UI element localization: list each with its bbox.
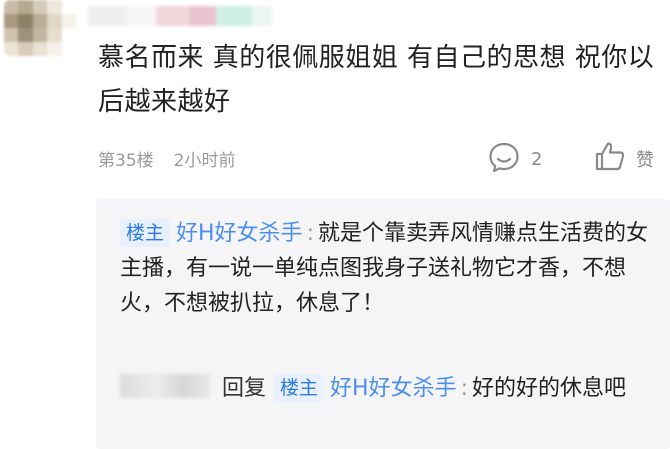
avatar-pixel xyxy=(18,0,33,14)
reply-text: 好的好的休息吧 xyxy=(472,376,627,401)
username-blur-block xyxy=(156,6,190,26)
colon-separator: : xyxy=(460,376,468,401)
reply-author-blurred[interactable] xyxy=(120,374,210,398)
reply-button[interactable]: 2 xyxy=(487,140,542,179)
avatar-pixel xyxy=(47,14,62,28)
floor-number: 第35楼 xyxy=(98,151,154,171)
reply-item[interactable]: 回复 楼主 好H好女杀手: 好的好的休息吧 xyxy=(120,371,650,406)
comment-bubble-icon xyxy=(487,140,521,179)
username-blur-block xyxy=(190,6,216,26)
reply-thread: 楼主 好H好女杀手: 就是个靠卖弄风情赚点生活费的女主播，有一说一单纯点图我身子送礼… xyxy=(96,199,670,449)
username-blur-block xyxy=(88,6,126,26)
avatar-pixel xyxy=(47,42,62,56)
avatar-pixel xyxy=(32,42,48,56)
reply-author[interactable]: 好H好女杀手 xyxy=(176,221,303,246)
username-blurred[interactable] xyxy=(88,6,288,26)
thumbs-up-icon xyxy=(594,140,626,177)
avatar-pixel xyxy=(61,28,76,42)
avatar-pixel xyxy=(61,14,76,28)
op-badge: 楼主 xyxy=(120,219,171,247)
username-blur-block xyxy=(216,6,252,26)
like-button[interactable]: 赞 xyxy=(594,140,654,177)
avatar-pixel xyxy=(4,28,19,42)
reply-target-author[interactable]: 好H好女杀手 xyxy=(330,376,457,401)
comment-text: 慕名而来 真的很佩服姐姐 有自己的思想 祝你以后越来越好 xyxy=(98,43,655,117)
reply-item[interactable]: 楼主 好H好女杀手: 就是个靠卖弄风情赚点生活费的女主播，有一说一单纯点图我身子送礼… xyxy=(120,216,650,321)
avatar-pixel xyxy=(18,28,33,42)
avatar-pixel xyxy=(32,14,48,28)
avatar-pixel xyxy=(4,42,19,56)
avatar-pixel xyxy=(47,28,62,42)
reply-count: 2 xyxy=(531,149,543,170)
avatar-pixel xyxy=(18,14,33,28)
username-blur-block xyxy=(126,6,156,26)
avatar-pixel xyxy=(61,0,76,14)
avatar-pixel xyxy=(32,0,48,14)
avatar-pixel xyxy=(32,28,48,42)
op-badge: 楼主 xyxy=(274,374,325,402)
reply-keyword: 回复 xyxy=(222,376,267,401)
avatar[interactable] xyxy=(4,0,76,56)
timestamp: 2小时前 xyxy=(173,151,236,171)
avatar-pixel xyxy=(18,42,33,56)
avatar-pixel xyxy=(47,0,62,14)
avatar-pixel xyxy=(4,0,19,14)
username-blur-block xyxy=(252,6,272,26)
comment-meta: 第35楼 2小时前 xyxy=(98,146,235,171)
colon-separator: : xyxy=(306,221,314,246)
like-label: 赞 xyxy=(636,149,654,171)
comment-screen: 慕名而来 真的很佩服姐姐 有自己的思想 祝你以后越来越好 第35楼 2小时前 2… xyxy=(0,0,670,449)
avatar-pixel xyxy=(61,42,76,56)
avatar-pixel xyxy=(4,14,19,28)
